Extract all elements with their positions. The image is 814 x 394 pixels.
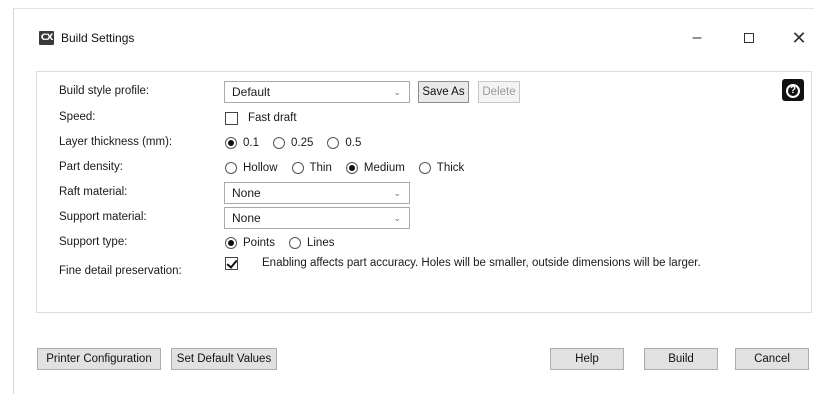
fast-draft-checkbox[interactable] (225, 111, 238, 125)
support-type-option: Points (243, 237, 275, 249)
raft-material-label: Raft material: (59, 186, 128, 198)
chevron-down-icon: ⌄ (393, 213, 401, 223)
support-type-options: Points Lines (225, 235, 348, 251)
maximize-button[interactable] (734, 25, 764, 51)
support-type-option: Lines (306, 237, 335, 249)
support-type-label: Support type: (59, 236, 128, 248)
part-density-radio-medium[interactable] (345, 162, 358, 174)
help-button[interactable]: Help (550, 348, 624, 370)
build-style-profile-select[interactable]: Default ⌄ (224, 81, 410, 103)
build-button[interactable]: Build (644, 348, 718, 370)
maximize-icon (744, 32, 754, 43)
layer-thickness-radio-0-1[interactable] (225, 137, 237, 149)
part-density-option: Medium (363, 162, 405, 174)
layer-thickness-option: 0.25 (291, 137, 314, 149)
chevron-down-icon: ⌄ (393, 87, 401, 97)
part-density-option: Thin (309, 162, 332, 174)
close-button[interactable]: ✕ (784, 25, 814, 51)
app-logo-icon: CX (39, 31, 54, 45)
layer-thickness-label: Layer thickness (mm): (59, 136, 173, 148)
part-density-option: Hollow (243, 162, 278, 174)
part-density-radio-hollow[interactable] (225, 162, 237, 174)
support-type-radio-points[interactable] (225, 237, 237, 249)
build-style-profile-value: Default (232, 85, 271, 99)
fast-draft-label: Fast draft (248, 112, 297, 124)
fine-detail-row: Enabling affects part accuracy. Holes wi… (225, 255, 701, 271)
layer-thickness-options: 0.1 0.25 0.5 (225, 135, 375, 151)
part-density-radio-thin[interactable] (291, 162, 304, 174)
chevron-down-icon: ⌄ (393, 188, 401, 198)
support-type-radio-lines[interactable] (288, 237, 301, 249)
build-settings-window: CX Build Settings – ✕ ? Build style prof… (13, 8, 814, 394)
raft-material-select[interactable]: None ⌄ (224, 182, 410, 204)
support-material-select[interactable]: None ⌄ (224, 207, 410, 229)
fast-draft-row: Fast draft (225, 110, 297, 126)
build-style-profile-label: Build style profile: (59, 85, 150, 97)
part-density-option: Thick (436, 162, 465, 174)
printer-configuration-button[interactable]: Printer Configuration (37, 348, 161, 370)
layer-thickness-radio-0-5[interactable] (327, 137, 340, 149)
part-density-radio-thick[interactable] (418, 162, 431, 174)
speed-label: Speed: (59, 111, 96, 123)
part-density-options: Hollow Thin Medium Thick (225, 160, 478, 176)
fine-detail-label: Fine detail preservation: (59, 265, 182, 277)
fine-detail-note: Enabling affects part accuracy. Holes wi… (262, 257, 701, 269)
support-material-label: Support material: (59, 211, 147, 223)
layer-thickness-option: 0.1 (243, 137, 259, 149)
window-title: Build Settings (61, 31, 135, 45)
save-as-button[interactable]: Save As (418, 81, 469, 103)
support-material-value: None (232, 211, 261, 225)
help-circle-icon[interactable]: ? (782, 79, 804, 101)
title-bar[interactable]: CX Build Settings – ✕ (14, 9, 814, 53)
delete-button[interactable]: Delete (478, 81, 520, 103)
minimize-button[interactable]: – (682, 25, 712, 51)
raft-material-value: None (232, 186, 261, 200)
set-default-values-button[interactable]: Set Default Values (171, 348, 277, 370)
fine-detail-checkbox[interactable] (225, 256, 238, 270)
cancel-button[interactable]: Cancel (735, 348, 809, 370)
layer-thickness-radio-0-25[interactable] (273, 137, 285, 149)
part-density-label: Part density: (59, 161, 123, 173)
layer-thickness-option: 0.5 (345, 137, 362, 149)
